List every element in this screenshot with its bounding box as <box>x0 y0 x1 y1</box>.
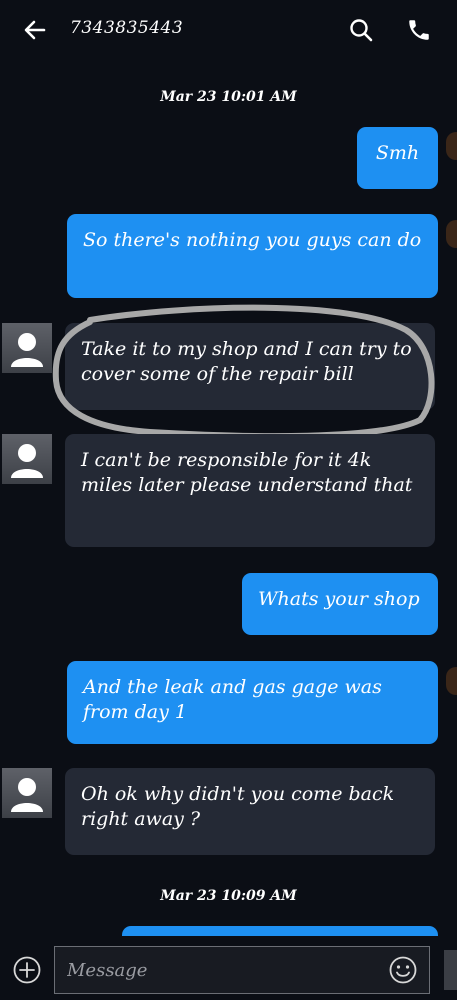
back-arrow-icon[interactable] <box>22 17 48 43</box>
message-text: I can't be responsible for it 4k miles l… <box>81 449 413 496</box>
contact-avatar[interactable] <box>2 434 52 484</box>
message-bubble-outgoing[interactable]: So there's nothing you guys can do <box>67 214 438 298</box>
message-text: Take it to my shop and I can try to cove… <box>81 338 412 385</box>
message-text: Oh ok why didn't you come back right awa… <box>81 783 395 830</box>
contact-avatar-peek <box>446 132 457 160</box>
message-bubble-outgoing[interactable]: And the leak and gas gage was from day 1 <box>67 661 438 744</box>
message-bubble-incoming[interactable]: Oh ok why didn't you come back right awa… <box>65 768 435 855</box>
message-bubble-incoming[interactable]: I can't be responsible for it 4k miles l… <box>65 434 435 547</box>
message-bubble-incoming[interactable]: Take it to my shop and I can try to cove… <box>65 323 435 410</box>
search-icon[interactable] <box>348 17 374 43</box>
phone-icon[interactable] <box>406 17 432 43</box>
message-bubble-outgoing[interactable]: Whats your shop <box>242 573 438 635</box>
message-bubble-outgoing[interactable]: Smh <box>357 127 438 189</box>
message-input[interactable] <box>54 946 430 994</box>
contact-avatar-peek <box>446 667 457 695</box>
timestamp: Mar 23 10:01 AM <box>160 89 297 105</box>
contact-title: 7343835443 <box>70 18 184 38</box>
message-text: Smh <box>375 142 420 164</box>
send-button[interactable] <box>444 950 457 990</box>
message-text: And the leak and gas gage was from day 1 <box>83 676 382 723</box>
message-text: So there's nothing you guys can do <box>83 229 422 251</box>
emoji-icon[interactable] <box>388 955 418 985</box>
message-text: Whats your shop <box>258 588 420 610</box>
top-app-bar: 7343835443 <box>0 0 457 62</box>
contact-avatar[interactable] <box>2 768 52 818</box>
contact-avatar-peek <box>446 220 457 248</box>
plus-circle-icon[interactable] <box>12 955 42 985</box>
timestamp: Mar 23 10:09 AM <box>160 888 297 904</box>
contact-avatar[interactable] <box>2 323 52 373</box>
